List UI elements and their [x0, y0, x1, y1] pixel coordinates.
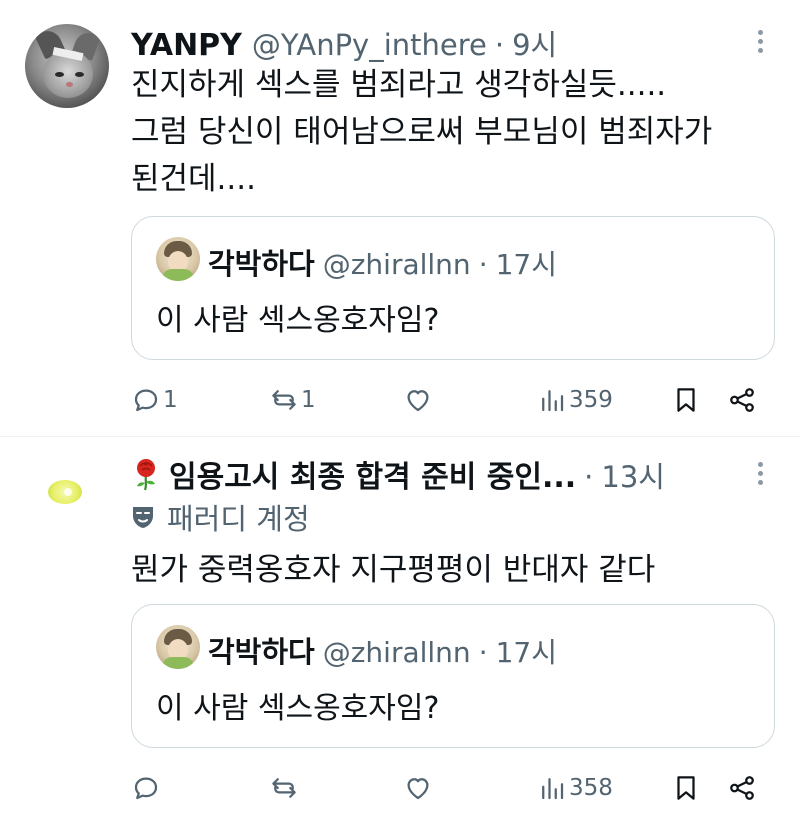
avatar[interactable] — [48, 480, 82, 504]
mask-icon — [133, 507, 153, 528]
tweet-text: 뭔가 중력옹호자 지구평평이 반대자 같다 — [131, 547, 655, 594]
tweet-header: 임용고시 최종 합격 준비 중인... · 13시 — [131, 452, 665, 496]
parody-label-text: 패러디 계정 — [167, 502, 310, 536]
parody-label: 패러디 계정 — [131, 496, 310, 538]
tweet-text-line: 뭔가 중력옹호자 지구평평이 반대자 같다 — [131, 552, 656, 588]
quoted-tweet-text: 이 사람 섹스옹호자임? — [156, 691, 440, 726]
tweet[interactable]: 임용고시 최종 합격 준비 중인... · 13시 패러디 계정 뭔가 중력옹호… — [0, 0, 800, 831]
quoted-tweet[interactable]: 각박하다 @zhirallnn · 17시 이 사람 섹스옹호자임? — [131, 604, 775, 748]
display-name: 각박하다 — [208, 635, 315, 669]
heart-icon — [407, 778, 429, 800]
bookmark-button[interactable] — [671, 768, 701, 808]
quoted-tweet-header: 각박하다 @zhirallnn · 17시 — [208, 629, 557, 671]
rose-icon — [131, 457, 161, 491]
display-name[interactable]: 임용고시 최종 합격 준비 중인... — [169, 452, 576, 496]
tweet-actions: 358 — [131, 768, 771, 808]
views-button[interactable]: 358 — [537, 768, 613, 808]
reply-icon — [134, 777, 158, 800]
timestamp[interactable]: 13시 — [601, 454, 665, 496]
avatar — [156, 625, 200, 669]
more-icon[interactable] — [756, 462, 764, 488]
retweet-button[interactable] — [269, 768, 301, 808]
separator: · — [584, 460, 594, 494]
views-icon — [542, 778, 564, 800]
share-icon — [730, 776, 754, 800]
view-count: 358 — [569, 775, 613, 801]
reply-button[interactable] — [131, 768, 163, 808]
user-handle: @zhirallnn — [322, 636, 471, 669]
separator: · — [478, 636, 488, 669]
timestamp: 17시 — [495, 636, 557, 669]
retweet-icon — [272, 778, 296, 798]
share-button[interactable] — [727, 768, 757, 808]
bookmark-icon — [677, 776, 695, 800]
like-button[interactable] — [403, 768, 435, 808]
